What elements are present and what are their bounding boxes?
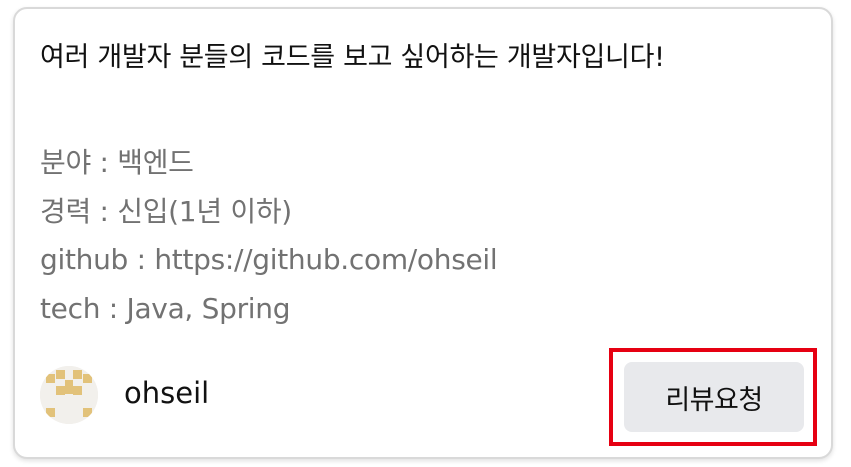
- highlight-box: 리뷰요청: [609, 348, 817, 446]
- detail-tech: tech : Java, Spring: [40, 291, 291, 325]
- profile-details: 분야 : 백엔드 경력 : 신입(1년 이하) github : https:/…: [40, 139, 498, 333]
- identicon-avatar-icon: [40, 366, 98, 424]
- detail-field: 분야 : 백엔드: [40, 146, 194, 179]
- review-request-button[interactable]: 리뷰요청: [624, 362, 804, 432]
- avatar: [40, 366, 98, 424]
- detail-github: github : https://github.com/ohseil: [40, 243, 498, 276]
- detail-career: 경력 : 신입(1년 이하): [40, 194, 292, 228]
- card-headline: 여러 개발자 분들의 코드를 보고 싶어하는 개발자입니다!: [40, 42, 665, 73]
- card-footer: ohseil 리뷰요청: [40, 348, 817, 446]
- username[interactable]: ohseil: [124, 376, 209, 410]
- reviewer-card: 여러 개발자 분들의 코드를 보고 싶어하는 개발자입니다! 분야 : 백엔드 …: [13, 7, 833, 459]
